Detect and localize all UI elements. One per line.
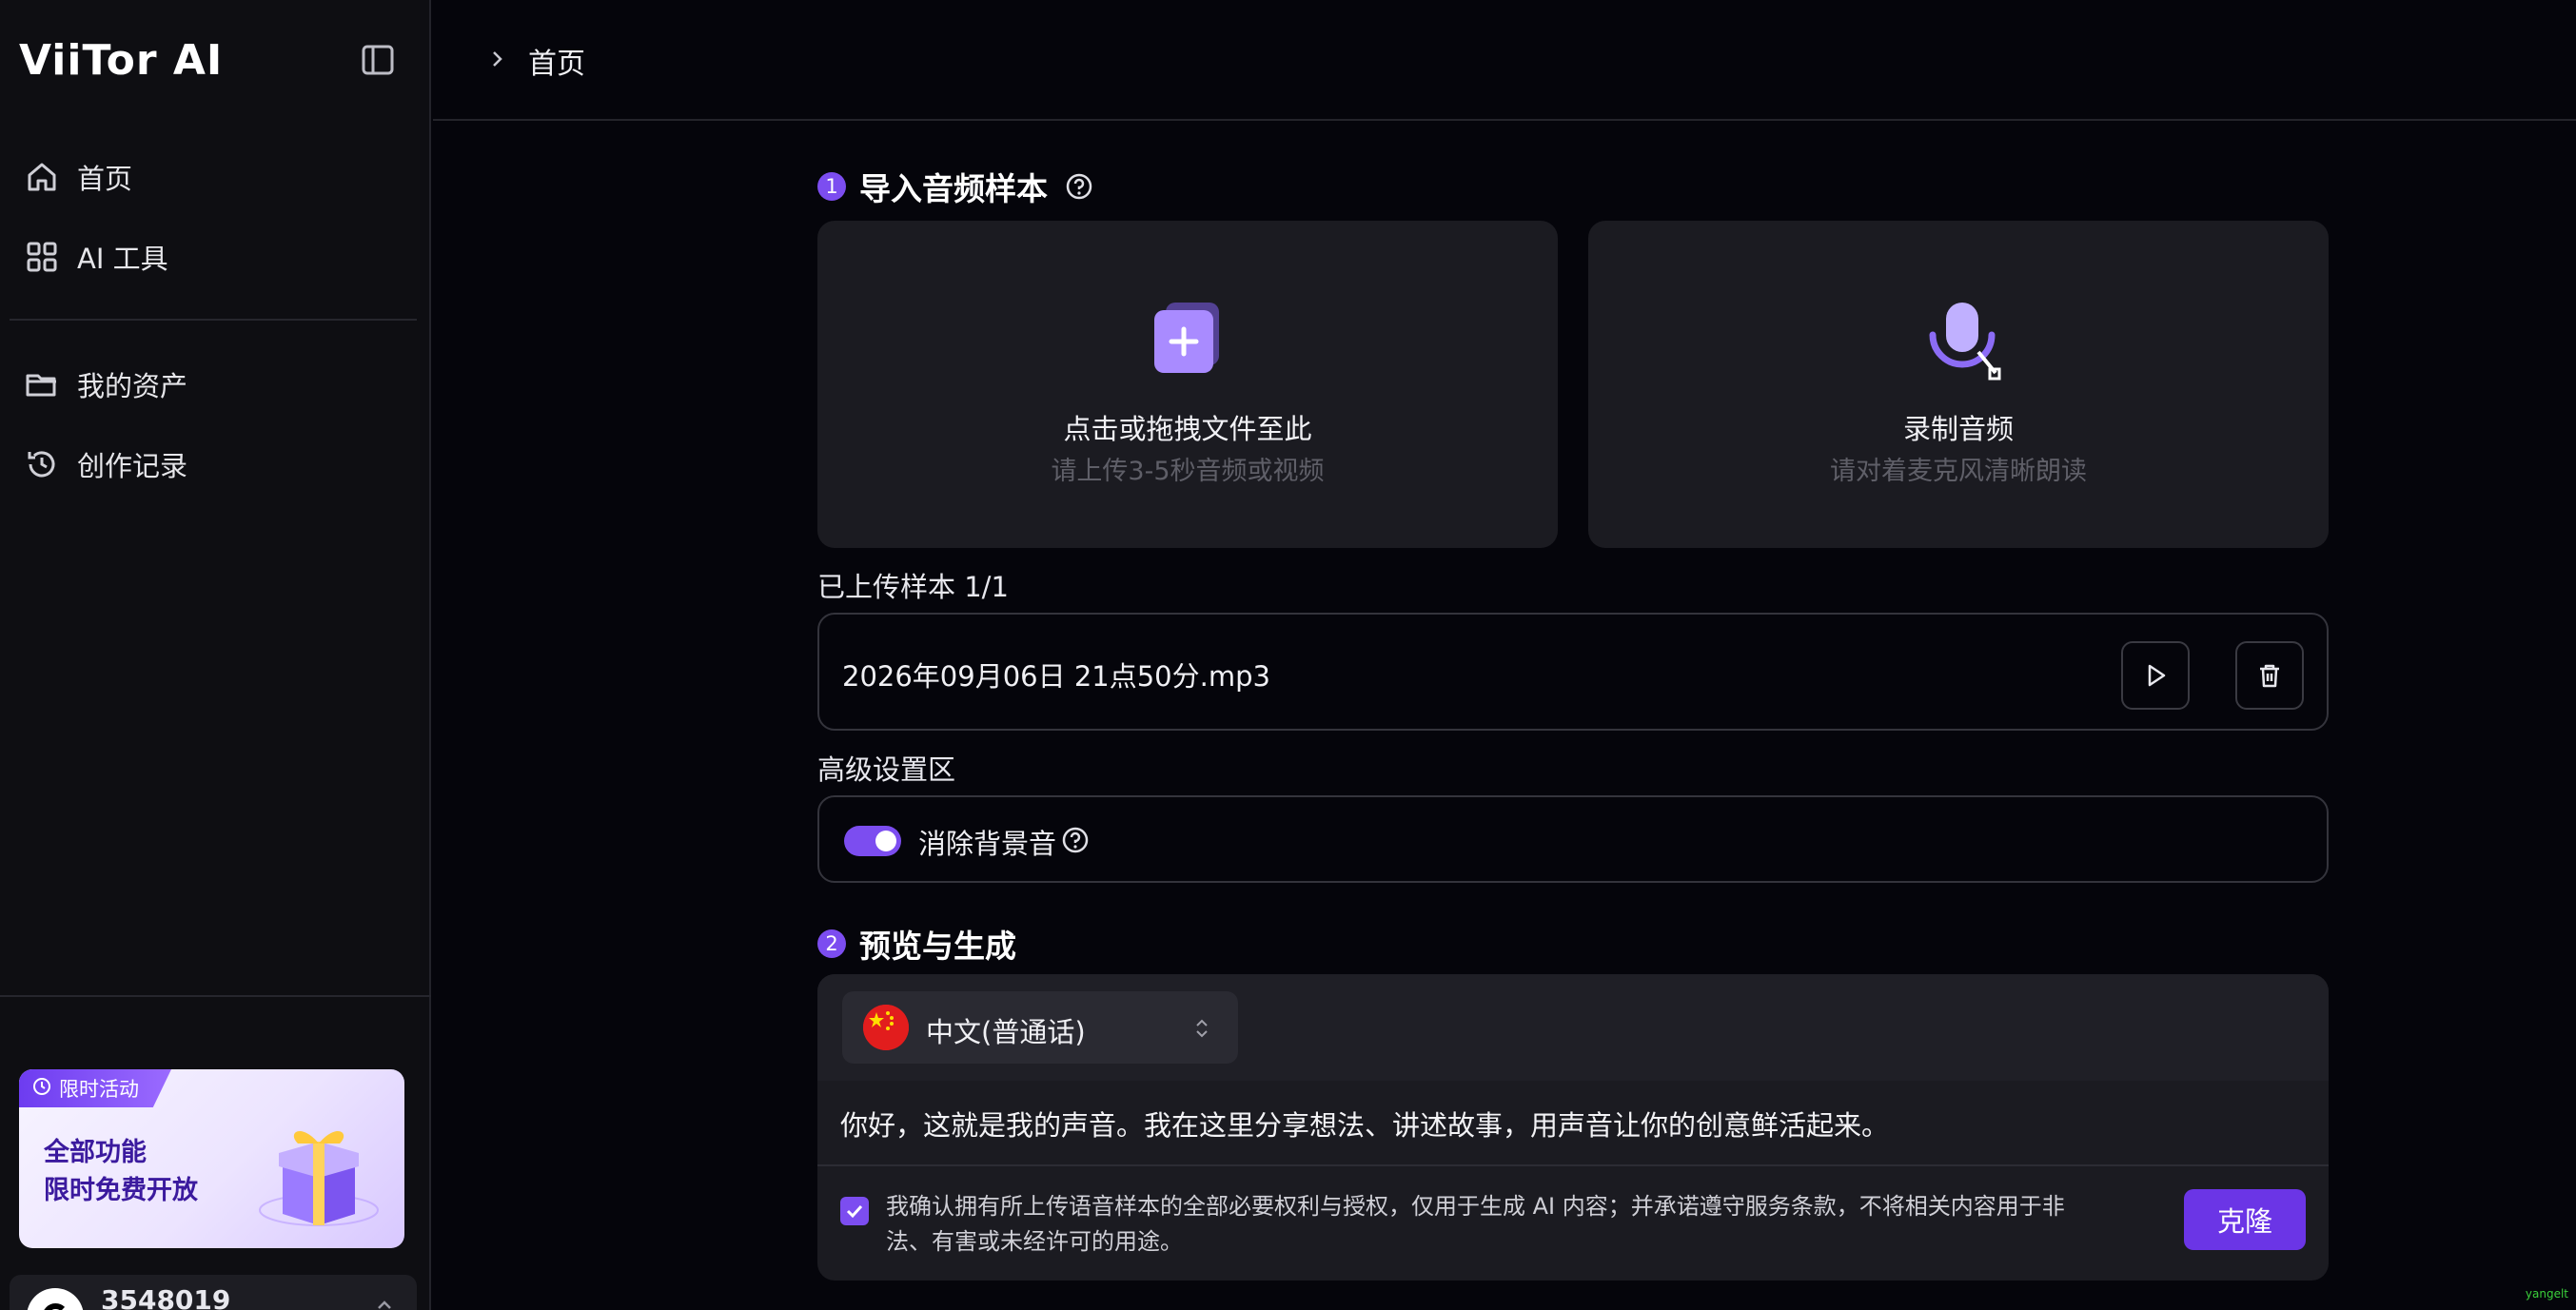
sidebar-divider: [10, 319, 417, 321]
promo-line-1: 全部功能: [44, 1138, 147, 1167]
breadcrumb: 首页: [528, 48, 585, 81]
step-number-badge: 1: [817, 172, 846, 201]
uploaded-samples-label: 已上传样本 1/1: [817, 571, 1009, 603]
language-label: 中文(普通话): [926, 1016, 1086, 1048]
sidebar-item-home[interactable]: 首页: [24, 150, 132, 204]
step-title: 预览与生成: [859, 928, 1016, 965]
sidebar-item-label: 创作记录: [77, 450, 188, 482]
upload-file-card[interactable]: 点击或拖拽文件至此 请上传3-5秒音频或视频: [817, 221, 1558, 548]
consent-text: 我确认拥有所上传语音样本的全部必要权利与授权，仅用于生成 AI 内容；并承诺遵守…: [886, 1193, 2065, 1255]
record-card-subtitle: 请对着麦克风清晰朗读: [1830, 457, 2087, 486]
play-button[interactable]: [2121, 641, 2190, 710]
help-icon[interactable]: [1061, 826, 1090, 854]
sidebar-item-my-assets[interactable]: 我的资产: [24, 358, 187, 411]
promo-tag: 限时活动: [19, 1069, 171, 1107]
sidebar-item-label: 首页: [77, 163, 133, 195]
promo-title: 全部功能 限时免费开放: [44, 1134, 198, 1210]
logo-text: ViiTor AI: [19, 35, 224, 85]
promo-line-2: 限时免费开放: [44, 1176, 198, 1205]
advanced-settings-row: 消除背景音: [817, 795, 2329, 883]
promo-banner[interactable]: 限时活动 全部功能 限时免费开放: [19, 1069, 404, 1248]
promo-tag-label: 限时活动: [59, 1078, 139, 1101]
record-audio-card[interactable]: 录制音频 请对着麦克风清晰朗读: [1588, 221, 2329, 548]
record-card-title: 录制音频: [1902, 413, 2014, 445]
help-icon[interactable]: [1065, 172, 1093, 201]
step-number-badge: 2: [817, 929, 846, 958]
upload-card-subtitle: 请上传3-5秒音频或视频: [1051, 457, 1325, 486]
sidebar-item-label: AI 工具: [77, 243, 168, 275]
toggle-knob: [875, 831, 896, 851]
china-flag-icon: [863, 1005, 909, 1050]
folder-icon: [24, 366, 60, 402]
sidebar-item-history[interactable]: 创作记录: [24, 438, 187, 491]
chevron-up-icon: [375, 1296, 394, 1310]
clock-icon: [32, 1077, 51, 1101]
watermark: yangelt: [2525, 1287, 2568, 1300]
top-bar: [433, 0, 2576, 121]
noise-removal-toggle[interactable]: [844, 826, 901, 856]
upload-file-icon: [1149, 299, 1227, 377]
sample-text[interactable]: 你好，这就是我的声音。我在这里分享想法、讲述故事，用声音让你的创意鲜活起来。: [840, 1104, 1889, 1144]
check-icon: [846, 1204, 863, 1219]
panel-divider: [817, 1164, 2329, 1166]
file-name: 2026年09月06日 21点50分.mp3: [842, 660, 1270, 693]
user-card[interactable]: 3548019: [10, 1275, 417, 1310]
clone-button[interactable]: 克隆: [2184, 1189, 2306, 1250]
sidebar: ViiTor AI 首页 AI 工具 我的资产 创作记录 限时活动 全部功能 限…: [0, 0, 431, 1310]
delete-button[interactable]: [2235, 641, 2304, 710]
home-icon: [24, 159, 60, 195]
noise-removal-label: 消除背景音: [918, 828, 1057, 860]
step-1-header: 1 导入音频样本: [817, 164, 1093, 209]
play-icon: [2148, 664, 2166, 687]
language-select[interactable]: 中文(普通话): [842, 991, 1238, 1064]
step-2-header: 2 预览与生成: [817, 921, 1016, 967]
advanced-settings-label: 高级设置区: [817, 753, 956, 786]
consent-checkbox[interactable]: [840, 1197, 869, 1225]
sidebar-bottom-divider: [0, 995, 431, 997]
gift-icon: [245, 1104, 387, 1237]
chevron-up-down-icon: [1192, 1016, 1211, 1041]
generation-panel-header: 中文(普通话): [817, 974, 2329, 1081]
step-title: 导入音频样本: [859, 170, 1048, 207]
sidebar-item-ai-tools[interactable]: AI 工具: [24, 230, 168, 284]
grid-icon: [24, 239, 60, 275]
user-name: 3548019: [101, 1284, 231, 1310]
trash-icon: [2260, 664, 2279, 688]
sidebar-collapse-icon[interactable]: [360, 42, 396, 78]
avatar: [27, 1288, 84, 1310]
microphone-icon: [1919, 299, 2001, 381]
generation-panel: 中文(普通话) 你好，这就是我的声音。我在这里分享想法、讲述故事，用声音让你的创…: [817, 974, 2329, 1281]
sidebar-item-label: 我的资产: [77, 370, 188, 402]
uploaded-file-row: 2026年09月06日 21点50分.mp3: [817, 613, 2329, 731]
upload-card-title: 点击或拖拽文件至此: [1063, 413, 1312, 445]
chevron-right-icon[interactable]: [487, 48, 506, 70]
history-icon: [24, 446, 60, 482]
app-logo[interactable]: ViiTor AI: [19, 35, 224, 85]
